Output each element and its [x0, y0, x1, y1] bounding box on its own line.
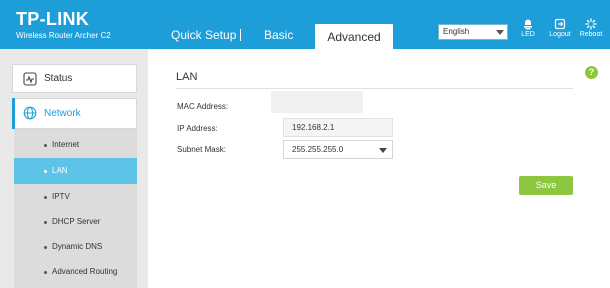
reboot-label: Reboot [579, 31, 603, 38]
section-title: LAN [176, 71, 198, 83]
tab-basic[interactable]: Basic [264, 27, 293, 43]
router-admin-app: TP-LINK Wireless Router Archer C2 Quick … [0, 0, 610, 288]
submenu-item-lan[interactable]: LAN [14, 158, 137, 184]
save-button[interactable]: Save [519, 176, 573, 195]
chevron-down-icon [496, 30, 504, 35]
language-select[interactable]: English [438, 24, 508, 40]
model-name: Wireless Router Archer C2 [16, 31, 111, 40]
reboot-button[interactable]: Reboot [578, 18, 604, 39]
help-icon[interactable]: ? [585, 66, 598, 79]
subnet-mask-value: 255.255.255.0 [292, 145, 344, 154]
chevron-down-icon [379, 148, 387, 153]
led-label: LED [521, 31, 535, 38]
main-panel [148, 49, 610, 288]
mac-address-value [271, 91, 363, 113]
submenu-item-advanced-routing[interactable]: Advanced Routing [14, 259, 137, 285]
submenu-item-dynamic-dns[interactable]: Dynamic DNS [14, 234, 137, 260]
top-header: TP-LINK Wireless Router Archer C2 Quick … [0, 0, 610, 49]
globe-icon [23, 106, 37, 120]
tab-quick-setup[interactable]: Quick Setup [171, 27, 236, 43]
logout-button[interactable]: Logout [547, 18, 573, 39]
subnet-mask-label: Subnet Mask: [177, 145, 226, 154]
reboot-icon [585, 18, 597, 30]
sidebar-item-label: Network [44, 108, 81, 119]
sidebar-item-network[interactable]: Network [12, 98, 137, 129]
logout-icon [554, 18, 566, 30]
tab-advanced[interactable]: Advanced [315, 24, 393, 49]
submenu-item-iptv[interactable]: IPTV [14, 184, 137, 210]
led-icon [524, 19, 532, 30]
mac-address-label: MAC Address: [177, 102, 229, 111]
logout-label: Logout [549, 31, 571, 38]
network-submenu: Internet LAN IPTV DHCP Server Dynamic DN… [14, 129, 137, 288]
led-button[interactable]: LED [515, 18, 541, 39]
language-value: English [443, 27, 470, 36]
brand-logo: TP-LINK Wireless Router Archer C2 [16, 9, 111, 40]
tab-divider [240, 29, 241, 41]
status-icon [23, 72, 37, 86]
subnet-mask-select[interactable]: 255.255.255.0 [283, 140, 393, 159]
ip-address-label: IP Address: [177, 124, 218, 133]
section-divider [176, 88, 573, 89]
logo-text: TP-LINK [16, 9, 90, 29]
submenu-item-dhcp-server[interactable]: DHCP Server [14, 209, 137, 235]
ip-address-field[interactable]: 192.168.2.1 [283, 118, 393, 137]
submenu-item-internet[interactable]: Internet [14, 132, 137, 158]
sidebar-item-status[interactable]: Status [12, 64, 137, 93]
sidebar-item-label: Status [44, 73, 73, 84]
